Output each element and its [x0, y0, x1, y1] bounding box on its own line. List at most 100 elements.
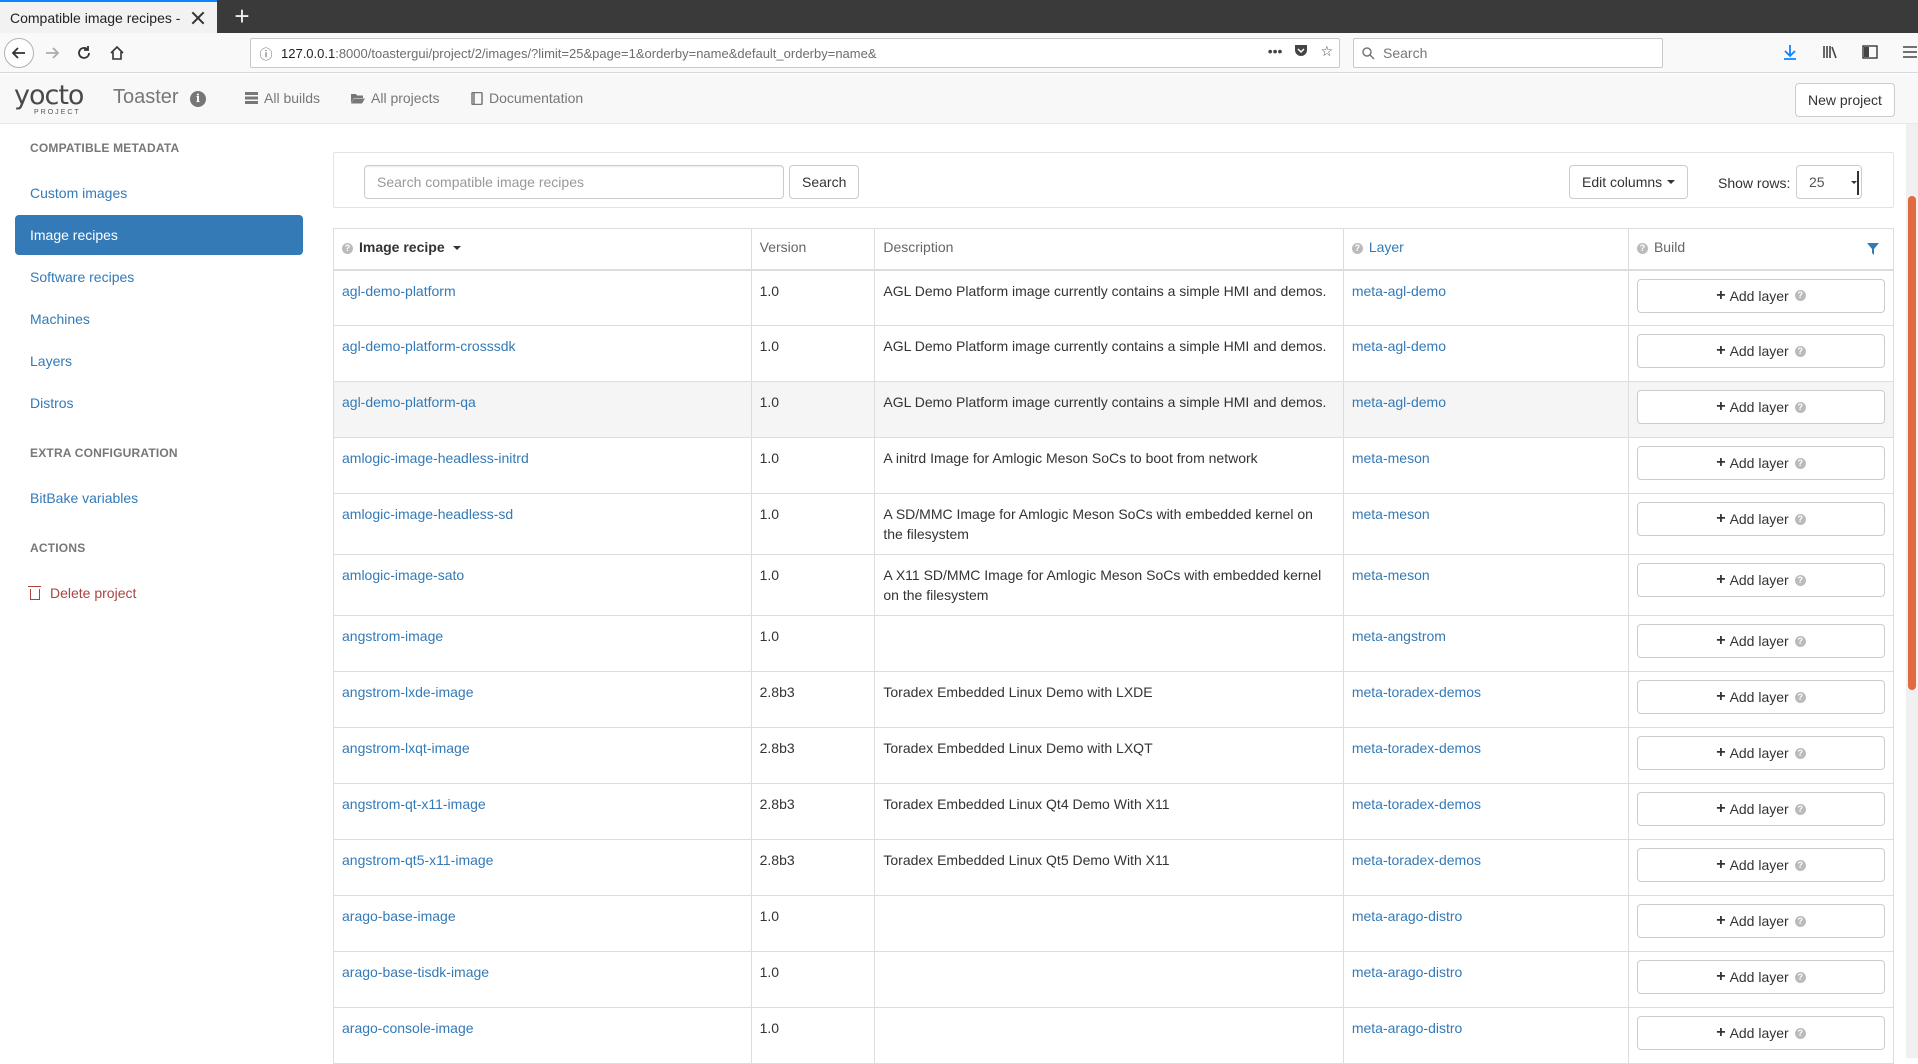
recipe-link[interactable]: amlogic-image-sato: [342, 567, 464, 583]
help-icon[interactable]: ?: [1636, 243, 1648, 254]
layer-link[interactable]: meta-agl-demo: [1352, 338, 1446, 354]
help-icon[interactable]: ?: [1794, 747, 1806, 759]
column-header-image-recipe[interactable]: ? Image recipe: [333, 228, 752, 271]
add-layer-button[interactable]: + Add layer?: [1636, 1016, 1885, 1050]
add-layer-button[interactable]: + Add layer?: [1636, 446, 1885, 480]
library-icon[interactable]: [1820, 41, 1840, 63]
help-icon[interactable]: ?: [342, 243, 353, 254]
help-icon[interactable]: ?: [1794, 1027, 1806, 1039]
sidebar-toggle-icon[interactable]: [1860, 41, 1880, 63]
add-layer-button[interactable]: + Add layer?: [1636, 904, 1885, 938]
layer-link[interactable]: meta-agl-demo: [1352, 394, 1446, 410]
sidebar-item-layers[interactable]: Layers: [15, 341, 303, 381]
all-builds-link[interactable]: All builds: [245, 90, 320, 106]
documentation-link[interactable]: Documentation: [471, 90, 583, 106]
browser-tab[interactable]: Compatible image recipes -: [0, 0, 217, 33]
recipe-link[interactable]: arago-base-image: [342, 908, 456, 924]
recipe-link[interactable]: agl-demo-platform-qa: [342, 394, 476, 410]
toaster-brand[interactable]: Toaster: [113, 86, 179, 109]
help-icon[interactable]: ?: [1794, 513, 1806, 525]
recipe-link[interactable]: angstrom-qt5-x11-image: [342, 852, 493, 868]
column-header-description[interactable]: Description: [874, 228, 1344, 271]
add-layer-button[interactable]: + Add layer?: [1636, 792, 1885, 826]
all-projects-link[interactable]: All projects: [351, 90, 439, 106]
layer-link[interactable]: meta-arago-distro: [1352, 964, 1463, 980]
recipe-link[interactable]: arago-console-image: [342, 1020, 474, 1036]
sidebar-item-machines[interactable]: Machines: [15, 299, 303, 339]
help-icon[interactable]: ?: [1794, 457, 1806, 469]
scrollbar-thumb[interactable]: [1908, 196, 1916, 690]
add-layer-button[interactable]: + Add layer?: [1636, 563, 1885, 597]
page-actions-icon[interactable]: •••: [1268, 43, 1283, 60]
reload-icon[interactable]: [70, 39, 98, 67]
layer-link[interactable]: meta-agl-demo: [1352, 283, 1446, 299]
bookmark-star-icon[interactable]: ☆: [1320, 43, 1333, 60]
recipe-link[interactable]: angstrom-lxqt-image: [342, 740, 470, 756]
help-icon[interactable]: ?: [1794, 691, 1806, 703]
sidebar-item-distros[interactable]: Distros: [15, 383, 303, 423]
layer-link[interactable]: meta-meson: [1352, 450, 1430, 466]
add-layer-button[interactable]: + Add layer?: [1636, 502, 1885, 536]
help-icon[interactable]: ?: [1794, 574, 1806, 586]
back-arrow-icon[interactable]: [4, 38, 34, 68]
add-layer-button[interactable]: + Add layer?: [1636, 390, 1885, 424]
page-scrollbar[interactable]: [1906, 124, 1918, 1058]
layer-link[interactable]: meta-meson: [1352, 567, 1430, 583]
recipe-link[interactable]: amlogic-image-headless-sd: [342, 506, 513, 522]
help-icon[interactable]: ?: [1794, 859, 1806, 871]
site-info-icon[interactable]: ⓘ: [251, 44, 281, 63]
layer-link[interactable]: meta-toradex-demos: [1352, 740, 1481, 756]
recipe-link[interactable]: angstrom-image: [342, 628, 443, 644]
new-project-button[interactable]: New project: [1795, 83, 1895, 117]
help-icon[interactable]: ?: [1794, 635, 1806, 647]
search-button[interactable]: Search: [789, 165, 860, 199]
help-icon[interactable]: ?: [1794, 803, 1806, 815]
help-icon[interactable]: ?: [1794, 345, 1806, 357]
help-icon[interactable]: ?: [1794, 401, 1806, 413]
recipe-link[interactable]: angstrom-lxde-image: [342, 684, 474, 700]
layer-link[interactable]: meta-arago-distro: [1352, 1020, 1463, 1036]
recipe-link[interactable]: angstrom-qt-x11-image: [342, 796, 486, 812]
sidebar-item-bitbake-variables[interactable]: BitBake variables: [15, 478, 303, 518]
add-layer-button[interactable]: + Add layer?: [1636, 848, 1885, 882]
delete-project-link[interactable]: Delete project: [15, 573, 303, 613]
recipe-link[interactable]: arago-base-tisdk-image: [342, 964, 489, 980]
home-icon[interactable]: [103, 39, 131, 67]
layer-link[interactable]: meta-angstrom: [1352, 628, 1446, 644]
sidebar-item-image-recipes[interactable]: Image recipes: [15, 215, 303, 255]
recipe-link[interactable]: agl-demo-platform: [342, 283, 456, 299]
help-icon[interactable]: ?: [1351, 243, 1363, 254]
help-icon[interactable]: ?: [1794, 971, 1806, 983]
layer-link[interactable]: meta-arago-distro: [1352, 908, 1463, 924]
filter-icon[interactable]: [1867, 243, 1879, 255]
recipe-link[interactable]: amlogic-image-headless-initrd: [342, 450, 529, 466]
column-header-version[interactable]: Version: [750, 228, 876, 271]
pocket-icon[interactable]: [1294, 43, 1308, 60]
sidebar-item-custom-images[interactable]: Custom images: [15, 173, 303, 213]
close-tab-icon[interactable]: [189, 9, 207, 27]
layer-link[interactable]: meta-meson: [1352, 506, 1430, 522]
forward-arrow-icon[interactable]: [38, 39, 66, 67]
sidebar-item-software-recipes[interactable]: Software recipes: [15, 257, 303, 297]
add-layer-button[interactable]: + Add layer?: [1636, 278, 1885, 313]
recipe-link[interactable]: agl-demo-platform-crosssdk: [342, 338, 516, 354]
menu-hamburger-icon[interactable]: [1900, 41, 1918, 63]
browser-search-bar[interactable]: Search: [1353, 38, 1663, 68]
info-icon[interactable]: i: [190, 91, 206, 107]
add-layer-button[interactable]: + Add layer?: [1636, 680, 1885, 714]
edit-columns-button[interactable]: Edit columns: [1569, 165, 1689, 199]
column-header-layer[interactable]: ? Layer: [1342, 228, 1629, 271]
help-icon[interactable]: ?: [1794, 290, 1806, 301]
search-input[interactable]: Search compatible image recipes: [364, 165, 784, 199]
help-icon[interactable]: ?: [1794, 915, 1806, 927]
url-bar[interactable]: ⓘ 127.0.0.1:8000/toastergui/project/2/im…: [250, 38, 1340, 68]
new-tab-icon[interactable]: +: [230, 3, 254, 29]
layer-link[interactable]: meta-toradex-demos: [1352, 852, 1481, 868]
add-layer-button[interactable]: + Add layer?: [1636, 624, 1885, 658]
add-layer-button[interactable]: + Add layer?: [1636, 334, 1885, 368]
layer-link[interactable]: meta-toradex-demos: [1352, 796, 1481, 812]
add-layer-button[interactable]: + Add layer?: [1636, 736, 1885, 770]
yocto-project-logo[interactable]: yocto PROJECT: [14, 80, 94, 120]
download-icon[interactable]: [1780, 41, 1800, 63]
add-layer-button[interactable]: + Add layer?: [1636, 960, 1885, 994]
